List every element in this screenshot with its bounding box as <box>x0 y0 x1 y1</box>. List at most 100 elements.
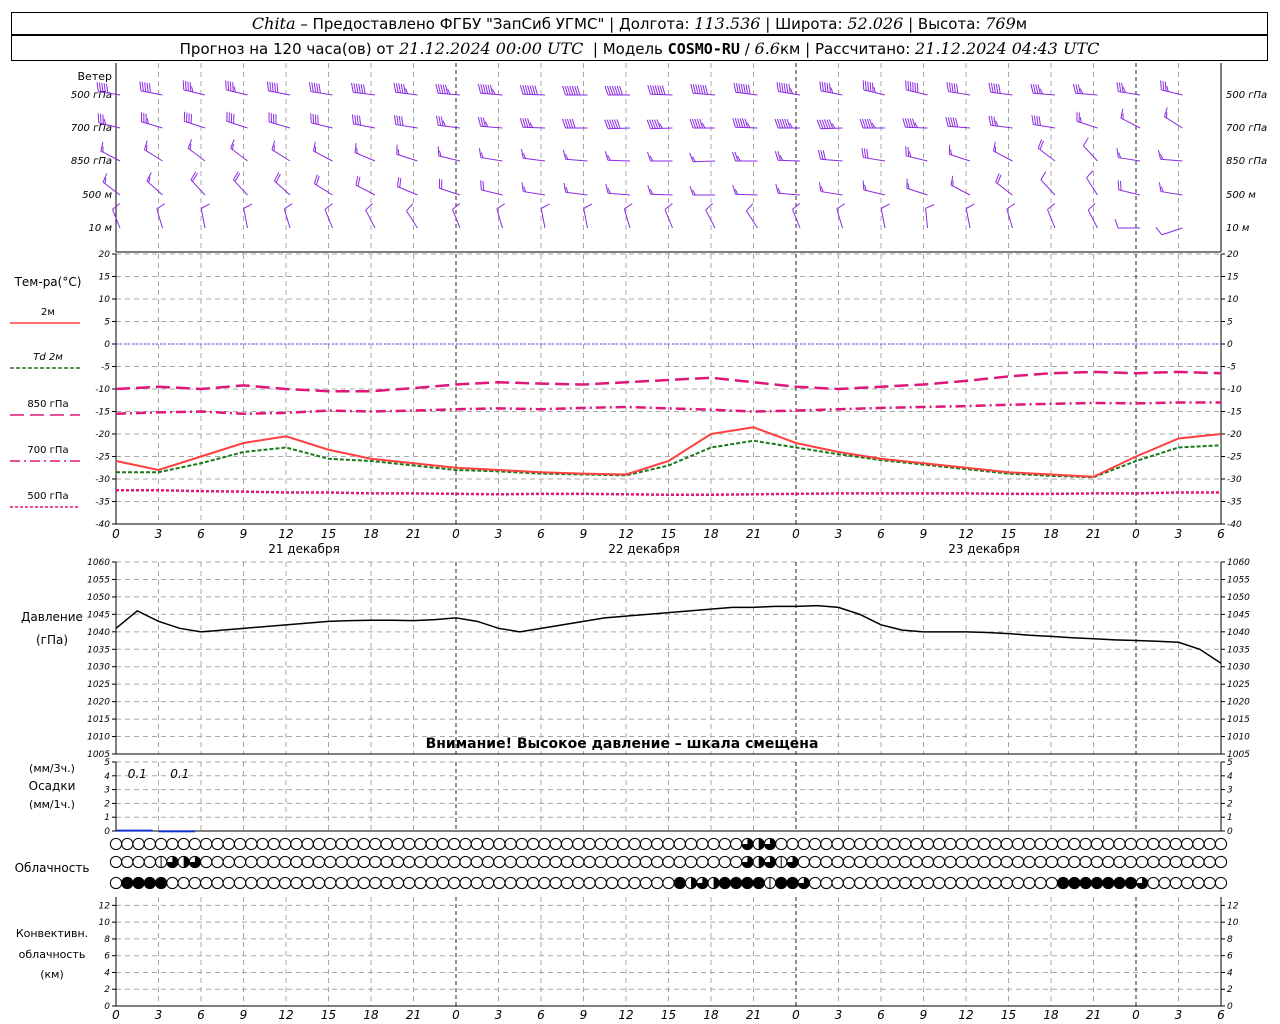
pressure-ytick-label-right: 1045 <box>1227 610 1250 620</box>
cloud-symbol <box>459 876 472 890</box>
wind-barb-flag <box>955 117 959 128</box>
temp-ytick-label-left: -25 <box>95 453 110 463</box>
temp-hour-label: 21 <box>746 527 761 541</box>
wind-barb-flag <box>317 115 319 125</box>
temp-ytick-label-right: -30 <box>1227 475 1242 485</box>
precip-value-label: 0.1 <box>170 767 189 781</box>
cloud-symbol <box>357 876 371 890</box>
wind-barb-flag <box>747 84 751 95</box>
cloud-symbol <box>391 837 404 851</box>
wind-barb-flag <box>1036 115 1039 126</box>
cloud-symbol <box>1034 876 1047 890</box>
wind-barb-shaft <box>200 208 206 229</box>
cloud-symbol <box>1090 837 1104 851</box>
wind-barb-shaft <box>354 152 376 162</box>
cloud-symbol <box>1034 855 1047 869</box>
temp-ytick-label-right: 0 <box>1227 340 1233 350</box>
cloud-symbol <box>143 855 156 869</box>
cloud-symbol <box>256 855 269 869</box>
wind-barb-flag <box>946 82 949 92</box>
cloud-symbol <box>1135 855 1149 869</box>
temp-hour-label: 15 <box>1001 527 1016 541</box>
convective-ytick-label-left: 2 <box>104 985 110 995</box>
wind-barb-shaft <box>650 93 673 96</box>
cloud-symbol <box>1034 837 1047 851</box>
cloud-symbol <box>820 876 833 890</box>
cloud-symbol <box>245 855 258 869</box>
cloud-symbol <box>1158 855 1171 869</box>
wind-barb-flag <box>1122 87 1126 93</box>
cloud-symbol <box>256 837 269 851</box>
wind-barb-flag <box>745 84 749 94</box>
wind-barb-shaft <box>480 125 503 129</box>
wind-barb-flag <box>438 116 442 126</box>
temp-hour-label: 9 <box>580 527 588 541</box>
wind-barb-flag <box>925 204 935 209</box>
precip-ytick-label-right: 4 <box>1227 772 1233 782</box>
wind-barb-shaft <box>226 89 248 96</box>
wind-barb-flag <box>440 116 444 126</box>
cloud-symbol <box>707 855 720 869</box>
cloud-symbol <box>279 837 292 851</box>
temp-hour-label: 12 <box>278 527 293 541</box>
day-label: 22 декабря <box>608 542 680 556</box>
temp-hour-label: 0 <box>452 527 460 541</box>
cloud-symbol <box>1057 837 1070 851</box>
wind-barb-shaft <box>268 90 291 96</box>
wind-barb-shaft <box>950 184 971 196</box>
wind-barb-flag <box>399 178 402 188</box>
wind-barb-flag <box>232 82 234 92</box>
wind-barb-flag <box>308 82 312 92</box>
temp-ytick-label-right: 10 <box>1227 295 1239 305</box>
wind-barb-flag <box>1040 171 1047 181</box>
wind-barb-shaft <box>395 91 418 96</box>
wind-barb-flag <box>738 83 741 93</box>
cloud-symbol <box>188 837 202 851</box>
wind-barb-flag <box>697 84 701 94</box>
cloud-symbol <box>933 855 946 869</box>
wind-barb-flag <box>733 82 737 93</box>
cloud-symbol <box>854 855 867 869</box>
cloud-symbol <box>775 837 788 851</box>
wind-barb-shaft <box>271 149 291 162</box>
wind-barb-flag <box>690 83 694 94</box>
wind-barb-flag <box>1031 115 1034 125</box>
cloud-symbol <box>301 876 314 890</box>
wind-barb-flag <box>440 84 444 94</box>
wind-barb-flag <box>311 82 314 93</box>
cloud-symbol <box>673 837 686 851</box>
wind-barb-flag <box>229 81 232 92</box>
temp-ytick-label-left: 20 <box>99 250 111 260</box>
cloud-symbol <box>245 876 258 890</box>
cloud-symbol <box>617 855 630 869</box>
cloud-symbol <box>481 837 495 851</box>
wind-barb-shaft <box>863 189 886 196</box>
wind-barb-shaft <box>948 125 971 129</box>
wind-barb-shaft <box>1082 145 1098 162</box>
pressure-ytick-label-right: 1015 <box>1227 715 1250 725</box>
wind-barb-flag <box>830 87 834 94</box>
cloud-symbol <box>1192 855 1205 869</box>
cloud-symbol <box>1124 855 1137 869</box>
wind-barb-flag <box>482 180 485 191</box>
wind-barb-shaft <box>948 91 971 96</box>
temp-hour-label: 0 <box>1132 527 1140 541</box>
wind-barb-flag <box>907 146 910 157</box>
pressure-ytick-label-right: 1035 <box>1227 645 1250 655</box>
day-label: 23 декабря <box>948 542 1020 556</box>
wind-barb-flag <box>269 81 272 92</box>
wind-barb-shaft <box>777 159 801 162</box>
temp-ytick-label-left: -20 <box>95 430 110 440</box>
cloud-symbol <box>775 876 788 890</box>
cloud-symbol <box>425 837 438 851</box>
wind-level-label-left: 500 м <box>82 190 112 201</box>
temp-hour-label: 3 <box>1175 527 1183 541</box>
wind-barb-flag <box>395 83 399 93</box>
wind-barb-shaft <box>1075 92 1098 96</box>
wind-barb-flag <box>187 81 189 92</box>
pressure-ytick-label-right: 1055 <box>1227 575 1250 585</box>
wind-barb-flag <box>190 171 197 181</box>
temp-hour-label: 6 <box>1217 527 1225 541</box>
cloud-symbol <box>560 837 574 851</box>
convective-ytick-label-left: 8 <box>104 935 110 945</box>
